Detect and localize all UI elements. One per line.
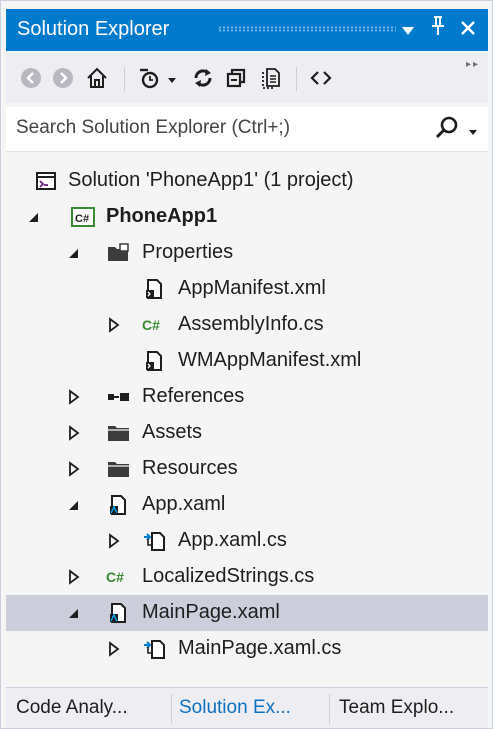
xaml-file-icon xyxy=(106,493,130,517)
expander-expanded-icon[interactable] xyxy=(26,207,42,227)
search-box xyxy=(6,107,488,152)
properties-folder-icon xyxy=(106,241,130,265)
tree-item-project[interactable]: C# PhoneApp1 xyxy=(6,199,488,235)
expander-expanded-icon[interactable] xyxy=(66,495,82,515)
references-icon xyxy=(106,385,130,409)
tree-item-mainpage-xaml[interactable]: MainPage.xaml xyxy=(6,595,488,631)
tree-item-label: PhoneApp1 xyxy=(106,205,218,227)
tree-item-label: Assets xyxy=(142,421,203,443)
solution-icon xyxy=(34,169,58,193)
search-icon xyxy=(435,116,458,139)
xml-file-icon xyxy=(142,277,166,301)
tree-item-mainpage-xaml-cs[interactable]: MainPage.xaml.cs xyxy=(6,631,488,667)
tree-item-label: References xyxy=(142,385,245,407)
solution-explorer-window: Solution Explorer ▸▸ Search Solution Exp… xyxy=(0,0,493,729)
tree-item-label: Solution 'PhoneApp1' (1 project) xyxy=(68,169,354,191)
sync-icon xyxy=(194,69,212,87)
title-bar[interactable]: Solution Explorer xyxy=(6,9,488,51)
back-arrow-icon xyxy=(21,68,41,88)
folder-icon xyxy=(106,421,130,445)
forward-arrow-icon xyxy=(53,68,73,88)
csharp-file-icon: C# xyxy=(142,313,166,337)
tree-item-properties[interactable]: Properties xyxy=(6,235,488,271)
tab-team-explorer[interactable]: Team Explo... xyxy=(339,688,454,728)
folder-icon xyxy=(106,457,130,481)
home-button[interactable] xyxy=(82,63,112,93)
close-button[interactable] xyxy=(456,15,480,45)
collapse-all-button[interactable] xyxy=(222,63,252,93)
tab-separator xyxy=(329,694,330,724)
tree-item-label: Resources xyxy=(142,457,238,479)
search-options-dropdown[interactable] xyxy=(468,124,478,142)
auto-hide-pin-button[interactable] xyxy=(426,15,450,45)
tree-item-app-xaml[interactable]: App.xaml xyxy=(6,487,488,523)
view-code-button[interactable] xyxy=(306,63,336,93)
expander-collapsed-icon[interactable] xyxy=(66,459,82,479)
code-behind-file-icon xyxy=(142,529,166,553)
expander-collapsed-icon[interactable] xyxy=(106,639,122,659)
tree-item-label: MainPage.xaml.cs xyxy=(178,637,342,659)
toolbar-overflow-icon[interactable]: ▸▸ xyxy=(466,59,480,70)
toolbar-separator xyxy=(296,67,297,91)
tree-item-references[interactable]: References xyxy=(6,379,488,415)
tree-item-assemblyinfo[interactable]: C# AssemblyInfo.cs xyxy=(6,307,488,343)
tab-separator xyxy=(171,694,172,724)
dropdown-arrow-icon xyxy=(469,130,477,135)
tree-item-label: LocalizedStrings.cs xyxy=(142,565,315,587)
title-grip[interactable] xyxy=(218,26,396,32)
pending-changes-filter-button[interactable] xyxy=(134,63,182,93)
expander-collapsed-icon[interactable] xyxy=(106,531,122,551)
close-icon xyxy=(461,21,475,35)
tool-window-tabs: Code Analy... Solution Ex... Team Explo.… xyxy=(6,687,488,728)
show-all-files-icon xyxy=(262,68,280,89)
view-code-icon xyxy=(310,71,332,85)
tree-item-appmanifest[interactable]: AppManifest.xml xyxy=(6,271,488,307)
tree-item-label: MainPage.xaml xyxy=(142,601,280,623)
tree-item-label: App.xaml xyxy=(142,493,226,515)
pin-icon xyxy=(432,16,444,35)
dropdown-arrow-icon xyxy=(402,27,414,35)
tree-item-label: AssemblyInfo.cs xyxy=(178,313,324,335)
expander-collapsed-icon[interactable] xyxy=(66,423,82,443)
expander-collapsed-icon[interactable] xyxy=(66,387,82,407)
tree-item-assets[interactable]: Assets xyxy=(6,415,488,451)
tree-item-localizedstrings[interactable]: C# LocalizedStrings.cs xyxy=(6,559,488,595)
csharp-file-icon: C# xyxy=(106,565,130,589)
search-button[interactable] xyxy=(434,115,460,146)
tree-item-label: AppManifest.xml xyxy=(178,277,326,299)
svg-text:C#: C# xyxy=(106,569,124,585)
forward-button[interactable] xyxy=(50,63,76,93)
xml-file-icon xyxy=(142,349,166,373)
expander-collapsed-icon[interactable] xyxy=(106,315,122,335)
tree-item-solution[interactable]: Solution 'PhoneApp1' (1 project) xyxy=(6,163,488,199)
window-position-dropdown-button[interactable] xyxy=(396,15,420,45)
tab-code-analysis[interactable]: Code Analy... xyxy=(16,688,128,728)
toolbar: ▸▸ xyxy=(6,53,488,103)
tree-item-label: Properties xyxy=(142,241,234,263)
svg-text:C#: C# xyxy=(142,317,160,333)
home-icon xyxy=(87,67,107,88)
tab-solution-explorer[interactable]: Solution Ex... xyxy=(179,688,291,728)
tree-item-label: WMAppManifest.xml xyxy=(178,349,362,371)
show-all-files-button[interactable] xyxy=(256,63,286,93)
tree-item-wmappmanifest[interactable]: WMAppManifest.xml xyxy=(6,343,488,379)
toolbar-separator xyxy=(124,67,125,91)
collapse-all-icon xyxy=(226,68,246,88)
expander-expanded-icon[interactable] xyxy=(66,603,82,623)
tree-item-label: App.xaml.cs xyxy=(178,529,287,551)
xaml-file-icon xyxy=(106,601,130,625)
code-behind-file-icon xyxy=(142,637,166,661)
search-input[interactable] xyxy=(16,113,416,143)
sync-with-active-document-button[interactable] xyxy=(188,63,218,93)
svg-text:C#: C# xyxy=(75,213,89,225)
back-button[interactable] xyxy=(18,63,44,93)
panel-title: Solution Explorer xyxy=(17,18,170,40)
solution-tree: Solution 'PhoneApp1' (1 project) C# Phon… xyxy=(6,153,488,683)
tree-item-app-xaml-cs[interactable]: App.xaml.cs xyxy=(6,523,488,559)
expander-collapsed-icon[interactable] xyxy=(66,567,82,587)
pending-changes-clock-icon xyxy=(140,68,176,89)
csharp-project-icon: C# xyxy=(70,205,95,229)
tree-item-resources[interactable]: Resources xyxy=(6,451,488,487)
expander-expanded-icon[interactable] xyxy=(66,243,82,263)
